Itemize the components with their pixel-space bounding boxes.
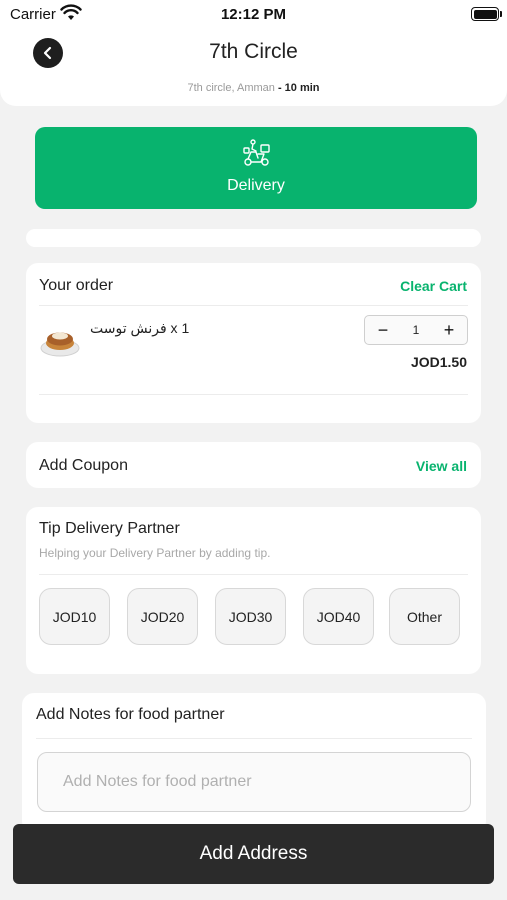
tip-option-jod40[interactable]: JOD40	[303, 588, 374, 645]
food-thumbnail	[40, 332, 80, 357]
restaurant-location-eta: 7th circle, Amman - 10 min	[0, 82, 507, 94]
battery-tip	[500, 11, 502, 17]
coupon-card[interactable]: Add Coupon View all	[26, 442, 481, 488]
notes-card: Add Notes for food partner	[22, 693, 486, 833]
increase-quantity-button[interactable]: +	[435, 316, 463, 344]
empty-info-strip	[26, 229, 481, 247]
status-time: 12:12 PM	[220, 6, 287, 23]
tip-card: Tip Delivery Partner Helping your Delive…	[26, 507, 481, 674]
order-title: Your order	[39, 277, 114, 294]
coupon-title: Add Coupon	[39, 457, 128, 474]
eta-separator: -	[274, 82, 285, 94]
order-card: Your order Clear Cart فرنش توست x 1 − 1 …	[26, 263, 481, 423]
quantity-stepper: − 1 +	[364, 315, 468, 345]
tip-title: Tip Delivery Partner	[39, 520, 180, 537]
page-title: 7th Circle	[209, 40, 298, 63]
tip-option-jod10[interactable]: JOD10	[39, 588, 110, 645]
view-all-coupons-button[interactable]: View all	[416, 458, 467, 474]
tip-option-jod20[interactable]: JOD20	[127, 588, 198, 645]
tip-option-jod30[interactable]: JOD30	[215, 588, 286, 645]
clear-cart-button[interactable]: Clear Cart	[400, 278, 467, 294]
tip-subtitle: Helping your Delivery Partner by adding …	[39, 546, 271, 560]
delivery-label: Delivery	[227, 177, 285, 194]
divider	[39, 305, 468, 306]
divider	[39, 574, 468, 575]
delivery-scooter-icon	[243, 139, 270, 166]
delivery-option-card[interactable]: Delivery	[35, 127, 477, 209]
notes-title: Add Notes for food partner	[36, 706, 225, 723]
order-item-price: JOD1.50	[410, 354, 467, 370]
divider	[39, 394, 468, 395]
divider	[36, 738, 472, 739]
location-text: 7th circle, Amman	[187, 82, 275, 94]
order-item-name: فرنش توست x 1	[90, 320, 190, 336]
notes-input[interactable]	[37, 752, 471, 812]
battery-icon	[471, 7, 499, 21]
add-address-button[interactable]: Add Address	[13, 824, 494, 884]
tip-option-other[interactable]: Other	[389, 588, 460, 645]
quantity-value: 1	[412, 323, 420, 337]
eta-text: 10 min	[284, 82, 320, 94]
